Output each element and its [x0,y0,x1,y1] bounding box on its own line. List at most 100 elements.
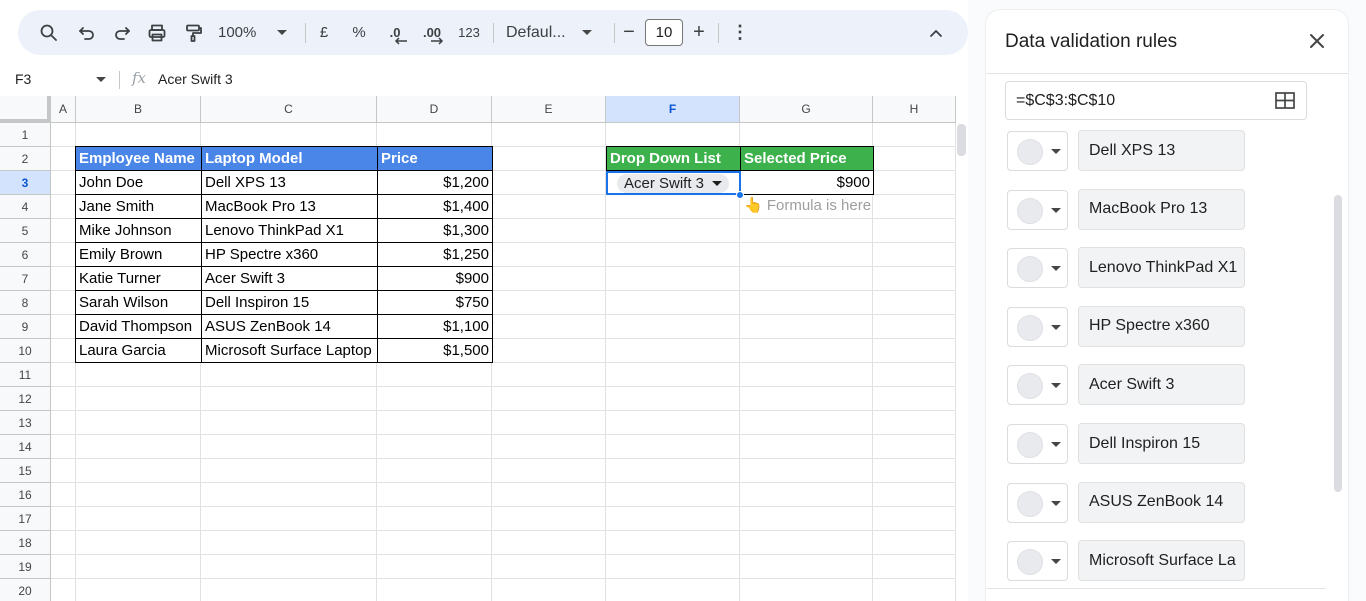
option-value-input[interactable]: Microsoft Surface La [1078,540,1245,582]
formula-input[interactable]: Acer Swift 3 [158,71,233,87]
criteria-range-input[interactable]: =$C$3:$C$10 [1005,81,1307,120]
spreadsheet-grid[interactable]: ABCDEFGH 1 2 3 4 5 6 7 8 9 10 11 12 13 14 15 16 17 18 19 20… [0,96,968,601]
paint-format-icon[interactable] [180,10,206,55]
close-icon[interactable] [1308,32,1326,50]
column-header-b[interactable]: B [76,96,201,123]
table-cell[interactable]: Sarah Wilson [76,291,201,314]
table-cell[interactable]: David Thompson [76,315,201,338]
print-icon[interactable] [144,10,170,55]
row-header-12[interactable]: 12 [0,387,51,411]
currency-format-button[interactable]: £ [314,10,334,55]
column-header-g[interactable]: G [740,96,873,123]
column-header-c[interactable]: C [201,96,377,123]
table-cell[interactable]: Emily Brown [76,243,201,266]
option-color-button[interactable] [1007,424,1068,464]
row-header-1[interactable]: 1 [0,123,51,147]
table-cell[interactable]: $750 [378,291,492,314]
table-cell[interactable]: $1,400 [378,195,492,218]
increase-decimal-button[interactable]: .00 [418,10,446,55]
vertical-scrollbar[interactable] [957,124,966,156]
dropdown-chip[interactable]: Acer Swift 3 [617,174,729,193]
selected-price-header[interactable]: Selected Price [741,147,873,170]
redo-icon[interactable] [109,10,135,55]
grid-range-icon[interactable] [1275,92,1295,109]
increase-font-size-button[interactable]: + [688,10,710,55]
more-options-button[interactable]: ⋮ [730,10,750,55]
table-cell[interactable]: Microsoft Surface Laptop [202,339,377,362]
option-value-input[interactable]: ASUS ZenBook 14 [1078,481,1245,523]
table-cell[interactable]: Laura Garcia [76,339,201,362]
table-cell[interactable]: $1,500 [378,339,492,362]
row-header-7[interactable]: 7 [0,267,51,291]
table-cell[interactable]: $1,250 [378,243,492,266]
column-header-f[interactable]: F [606,96,740,123]
row-header-18[interactable]: 18 [0,531,51,555]
undo-icon[interactable] [74,10,100,55]
row-header-17[interactable]: 17 [0,507,51,531]
row-header-4[interactable]: 4 [0,195,51,219]
option-value-input[interactable]: Dell Inspiron 15 [1078,423,1245,464]
table-cell[interactable]: Mike Johnson [76,219,201,242]
row-header-2[interactable]: 2 [0,147,51,171]
row-header-3[interactable]: 3 [0,171,51,195]
fill-handle[interactable] [736,191,744,199]
row-header-16[interactable]: 16 [0,483,51,507]
select-all-corner[interactable] [0,96,51,123]
zoom-select[interactable]: 100% [218,10,298,55]
table-cell[interactable]: Dell XPS 13 [202,171,377,194]
table-cell[interactable]: Dell Inspiron 15 [202,291,377,314]
option-value-input[interactable]: MacBook Pro 13 [1078,188,1245,230]
option-value-input[interactable]: HP Spectre x360 [1078,305,1245,347]
column-header-a[interactable]: A [51,96,76,123]
row-header-9[interactable]: 9 [0,315,51,339]
row-header-15[interactable]: 15 [0,459,51,483]
option-value-input[interactable]: Lenovo ThinkPad X1 [1078,247,1245,289]
decrease-decimal-button[interactable]: .0 [382,10,408,55]
table-header-cell[interactable]: Employee Name [76,147,201,170]
row-header-8[interactable]: 8 [0,291,51,315]
table-cell[interactable]: $1,100 [378,315,492,338]
search-icon[interactable] [36,10,62,55]
option-value-input[interactable]: Dell XPS 13 [1078,130,1245,171]
font-family-select[interactable]: Defaul... [506,10,606,55]
table-cell[interactable]: $1,200 [378,171,492,194]
collapse-toolbar-button[interactable] [924,10,948,55]
option-color-button[interactable] [1007,248,1068,289]
table-cell[interactable]: $900 [378,267,492,290]
column-header-e[interactable]: E [492,96,606,123]
row-header-14[interactable]: 14 [0,435,51,459]
row-header-20[interactable]: 20 [0,579,51,601]
option-color-button[interactable] [1007,365,1068,406]
chevron-down-icon[interactable] [96,77,106,82]
selected-price-cell[interactable]: $900 [741,171,873,194]
row-header-5[interactable]: 5 [0,219,51,243]
table-cell[interactable]: Acer Swift 3 [202,267,377,290]
name-box[interactable]: F3 [15,71,31,87]
percent-format-button[interactable]: % [348,10,370,55]
row-header-6[interactable]: 6 [0,243,51,267]
table-cell[interactable]: $1,300 [378,219,492,242]
dropdown-list-header[interactable]: Drop Down List [607,147,740,170]
option-color-button[interactable] [1007,541,1068,582]
table-cell[interactable]: Katie Turner [76,267,201,290]
option-color-button[interactable] [1007,189,1068,230]
option-value-input[interactable]: Acer Swift 3 [1078,364,1245,406]
column-header-h[interactable]: H [873,96,956,123]
decrease-font-size-button[interactable]: − [619,10,639,55]
table-header-cell[interactable]: Price [378,147,492,170]
table-cell[interactable]: ASUS ZenBook 14 [202,315,377,338]
font-size-input[interactable]: 10 [645,19,683,46]
more-formats-button[interactable]: 123 [454,10,484,55]
table-cell[interactable]: John Doe [76,171,201,194]
table-cell[interactable]: Jane Smith [76,195,201,218]
table-header-cell[interactable]: Laptop Model [202,147,377,170]
table-cell[interactable]: Lenovo ThinkPad X1 [202,219,377,242]
option-color-button[interactable] [1007,306,1068,347]
option-color-button[interactable] [1007,482,1068,523]
row-header-10[interactable]: 10 [0,339,51,363]
option-color-button[interactable] [1007,131,1068,171]
table-cell[interactable]: HP Spectre x360 [202,243,377,266]
table-cell[interactable]: MacBook Pro 13 [202,195,377,218]
panel-scrollbar[interactable] [1334,195,1342,492]
row-header-11[interactable]: 11 [0,363,51,387]
